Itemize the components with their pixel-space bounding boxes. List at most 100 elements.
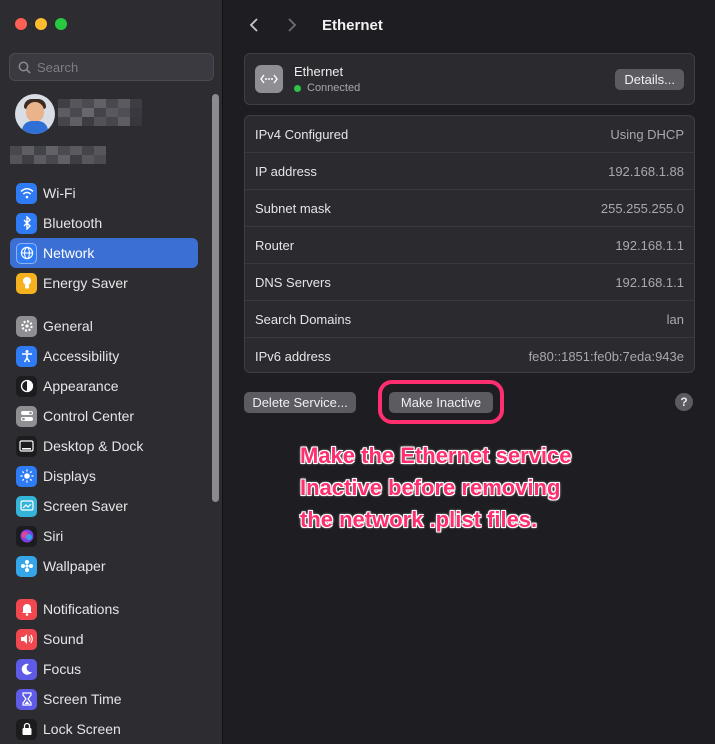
annotation-line: the network .plist files. [300,507,538,532]
info-key: Subnet mask [255,200,331,216]
search-input[interactable] [37,59,197,75]
siri-icon [16,525,37,547]
info-value: 192.168.1.1 [615,274,684,290]
annotation-callout: Make the Ethernet service Inactive befor… [300,440,630,536]
sidebar-group-system: General Accessibility Appearance Control… [10,311,198,581]
sidebar-item-wallpaper[interactable]: Wallpaper [10,551,198,581]
info-row-router: Router 192.168.1.1 [245,227,694,264]
main-pane: Ethernet Ethernet Connected Details... I… [224,0,715,744]
sidebar-item-focus[interactable]: Focus [10,654,198,684]
sidebar-item-energy-saver[interactable]: Energy Saver [10,268,198,298]
redacted-account-subtitle [10,146,106,164]
gear-icon [16,315,37,337]
info-key: IPv6 address [255,349,331,364]
accessibility-icon [16,345,37,367]
avatar [15,94,55,134]
toolbar: Ethernet [224,0,715,50]
sidebar-item-control-center[interactable]: Control Center [10,401,198,431]
sidebar-item-accessibility[interactable]: Accessibility [10,341,198,371]
info-row-ip-address: IP address 192.168.1.88 [245,153,694,190]
info-row-ipv6-address: IPv6 address fe80::1851:fe0b:7eda:943e [245,338,694,375]
details-button[interactable]: Details... [615,68,684,90]
sidebar-item-lock-screen[interactable]: Lock Screen [10,714,198,744]
delete-service-button[interactable]: Delete Service... [244,392,356,413]
bluetooth-icon [16,212,37,234]
sidebar-item-label: Notifications [43,601,120,617]
annotation-line: Make the Ethernet service [300,443,572,468]
sidebar-item-label: Screen Time [43,691,122,707]
sidebar-item-label: Energy Saver [43,275,128,291]
sidebar-item-label: Desktop & Dock [43,438,144,454]
sidebar-item-label: Lock Screen [43,721,121,737]
window-controls [15,18,67,30]
chevron-right-icon [288,18,297,32]
sidebar-item-bluetooth[interactable]: Bluetooth [10,208,198,238]
bell-icon [16,598,37,620]
info-key: DNS Servers [255,274,331,290]
forward-button[interactable] [282,15,302,35]
sidebar-item-siri[interactable]: Siri [10,521,198,551]
info-value: 192.168.1.1 [615,237,684,253]
help-button[interactable]: ? [675,393,693,411]
sidebar-item-screen-saver[interactable]: Screen Saver [10,491,198,521]
search-icon [18,61,31,74]
info-row-search-domains: Search Domains lan [245,301,694,338]
info-value: lan [666,311,684,327]
info-key: IPv4 Configured [255,126,349,142]
minimize-button[interactable] [35,18,47,30]
sidebar-item-general[interactable]: General [10,311,198,341]
sidebar-item-notifications[interactable]: Notifications [10,594,198,624]
sidebar-item-label: Appearance [43,378,119,394]
info-value: 192.168.1.88 [608,163,684,179]
info-row-dns-servers: DNS Servers 192.168.1.1 [245,264,694,301]
sidebar-item-label: General [43,318,93,334]
bulb-icon [16,272,37,294]
sidebar-item-desktop-dock[interactable]: Desktop & Dock [10,431,198,461]
service-header: Ethernet Connected Details... [244,53,695,105]
sun-icon [16,465,37,487]
chevron-left-icon [249,18,258,32]
service-status: Connected [294,82,360,94]
moon-icon [16,658,37,680]
info-key: IP address [255,163,317,179]
zoom-button[interactable] [55,18,67,30]
info-value: Using DHCP [610,126,684,142]
service-name: Ethernet [294,64,344,79]
info-key: Router [255,237,295,253]
sidebar-item-screen-time[interactable]: Screen Time [10,684,198,714]
account-profile[interactable] [15,94,55,134]
annotation-highlight-ring [378,380,504,424]
back-button[interactable] [244,15,264,35]
sidebar-item-network[interactable]: Network [10,238,198,268]
annotation-line: Inactive before removing [300,475,561,500]
sidebar-group-notifications: Notifications Sound Focus Screen Time Lo… [10,594,198,744]
lock-icon [16,718,37,740]
sidebar-item-label: Displays [43,468,96,484]
redacted-account-name [58,99,154,126]
control-center-icon [16,405,37,427]
sidebar-item-wifi[interactable]: Wi-Fi [10,178,198,208]
service-actions: Delete Service... Make Inactive ? [244,380,695,424]
info-key: Search Domains [255,311,352,327]
info-value: fe80::1851:fe0b:7eda:943e [528,349,684,364]
search-box[interactable] [9,53,214,81]
screen-saver-icon [16,495,37,517]
info-row-ipv4: IPv4 Configured Using DHCP [245,116,694,153]
sidebar-scrollbar[interactable] [212,94,219,502]
sidebar-item-label: Control Center [43,408,135,424]
hourglass-icon [16,688,37,710]
speaker-icon [16,628,37,650]
sidebar-item-label: Network [43,245,95,261]
info-row-subnet-mask: Subnet mask 255.255.255.0 [245,190,694,227]
globe-icon [16,242,37,264]
sidebar: Wi-Fi Bluetooth Network Energy Saver [0,0,223,744]
wifi-icon [16,182,37,204]
sidebar-item-displays[interactable]: Displays [10,461,198,491]
page-title: Ethernet [322,16,383,34]
sidebar-item-label: Accessibility [43,348,120,364]
sidebar-item-appearance[interactable]: Appearance [10,371,198,401]
sidebar-item-sound[interactable]: Sound [10,624,198,654]
wallpaper-icon [16,555,37,577]
close-button[interactable] [15,18,27,30]
sidebar-item-label: Focus [43,661,82,677]
